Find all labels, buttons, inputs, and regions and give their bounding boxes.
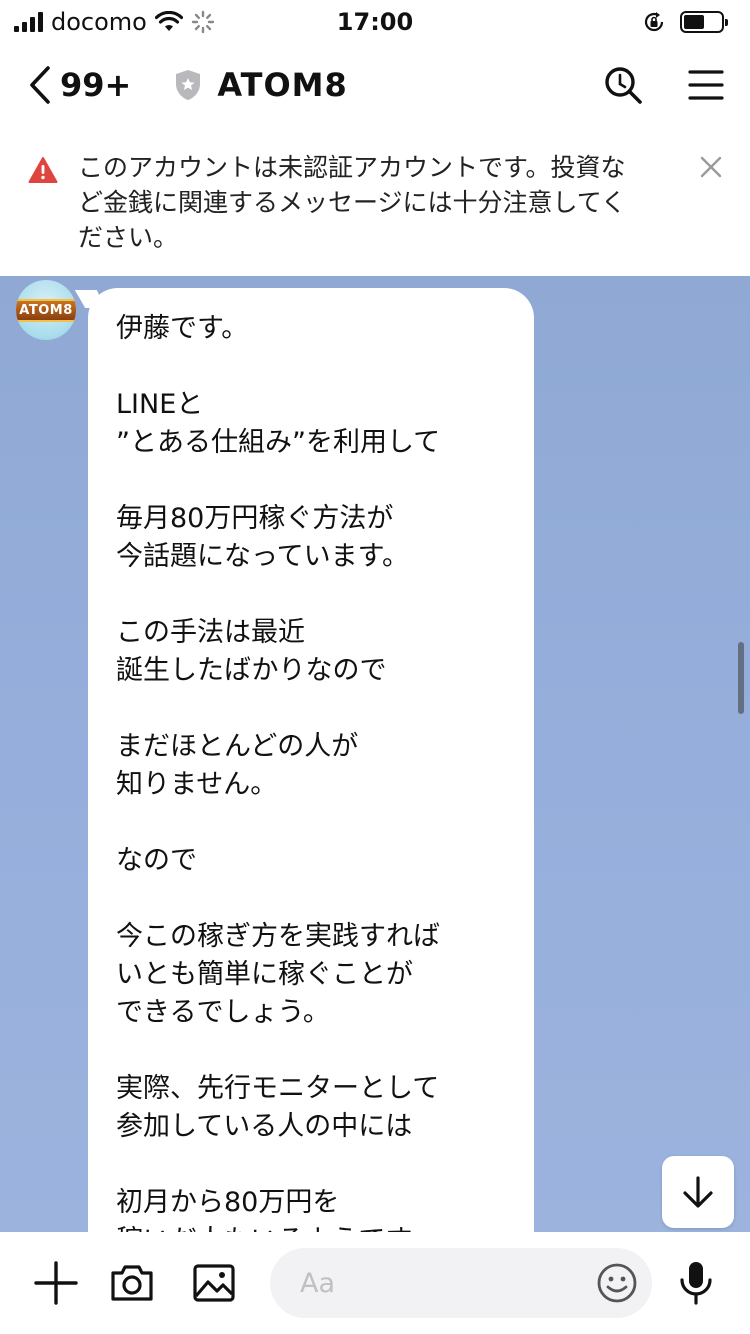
- header-actions: [602, 64, 724, 106]
- message-line: [116, 690, 506, 728]
- search-icon[interactable]: [602, 64, 644, 106]
- wifi-icon: [154, 11, 183, 31]
- message-line: [116, 880, 506, 918]
- avatar-logo: ATOM8: [16, 298, 76, 322]
- emoji-icon[interactable]: [596, 1262, 638, 1304]
- microphone-icon: [680, 1262, 712, 1305]
- message-line: [116, 348, 506, 386]
- message-line: 初月から80万円を: [116, 1187, 340, 1218]
- camera-button[interactable]: [104, 1255, 160, 1311]
- add-button[interactable]: [28, 1255, 84, 1311]
- message-line: 今この稼ぎ方を実践すれば: [116, 921, 440, 952]
- signal-icon: [14, 12, 43, 32]
- message-bubble[interactable]: 伊藤です。 LINEと ”とある仕組み”を利用して 毎月80万円稼ぐ方法が 今話題になっ…: [88, 288, 534, 1232]
- status-bar: docomo 17:00: [0, 0, 750, 44]
- message-line: [116, 804, 506, 842]
- message-line: 稼いだ人もいるようです。: [116, 1222, 506, 1232]
- message-input-placeholder: Aa: [300, 1267, 336, 1299]
- message-line: 参加している人の中には: [116, 1111, 413, 1142]
- input-bar: Aa: [0, 1232, 750, 1334]
- unverified-shield-icon: [176, 70, 201, 100]
- unverified-warning-banner: このアカウントは未認証アカウントです。投資な ど金銭に関連するメッセージには十分…: [0, 126, 750, 276]
- status-left: docomo: [14, 8, 215, 36]
- carrier-label: docomo: [51, 8, 147, 36]
- message-line: 毎月80万円稼ぐ方法が: [116, 503, 394, 534]
- chat-title: ATOM8: [217, 66, 348, 104]
- message-line: できるでしょう。: [116, 997, 330, 1028]
- message-line: 誕生したばかりなので: [116, 655, 387, 686]
- message-line: ”とある仕組み”を利用して: [116, 427, 441, 458]
- avatar[interactable]: ATOM8: [16, 280, 76, 340]
- title-wrap[interactable]: ATOM8: [173, 66, 347, 104]
- menu-icon[interactable]: [688, 69, 724, 101]
- camera-icon: [111, 1265, 153, 1301]
- scroll-to-bottom-button[interactable]: [662, 1156, 734, 1228]
- message-line: 伊藤です。: [116, 313, 249, 344]
- message-line: まだほとんどの人が: [116, 731, 359, 762]
- chat-header: 99+ ATOM8: [0, 44, 750, 126]
- arrow-down-icon: [683, 1176, 713, 1208]
- image-button[interactable]: [186, 1255, 242, 1311]
- unread-count: 99+: [60, 66, 132, 104]
- message-line: いとも簡単に稼ぐことが: [116, 959, 413, 990]
- close-icon[interactable]: [700, 156, 722, 178]
- scrollbar[interactable]: [738, 642, 744, 714]
- plus-icon: [34, 1261, 78, 1305]
- warning-text: このアカウントは未認証アカウントです。投資な ど金銭に関連するメッセージには十分…: [78, 150, 680, 255]
- warning-line: このアカウントは未認証アカウントです。投資な: [78, 153, 626, 182]
- message-line: [116, 1032, 506, 1070]
- message-line: 知りません。: [116, 769, 278, 800]
- chevron-left-icon: [30, 66, 50, 104]
- back-button[interactable]: 99+: [26, 65, 131, 105]
- status-right: [642, 10, 728, 34]
- message-line: この手法は最近: [116, 617, 305, 648]
- battery-icon: [680, 11, 728, 33]
- message-text: 伊藤です。 LINEと ”とある仕組み”を利用して 毎月80万円稼ぐ方法が 今話題になっ…: [116, 310, 506, 1232]
- message-line: [116, 1146, 506, 1184]
- microphone-button[interactable]: [668, 1255, 724, 1311]
- message-line: [116, 462, 506, 500]
- message-line: なので: [116, 845, 197, 876]
- rotation-lock-icon: [644, 12, 664, 32]
- image-icon: [193, 1264, 235, 1302]
- warning-line: ださい。: [78, 223, 179, 252]
- warning-icon: [28, 157, 58, 183]
- message-input[interactable]: Aa: [270, 1248, 652, 1318]
- warning-line: ど金銭に関連するメッセージには十分注意してく: [78, 188, 627, 217]
- chat-area[interactable]: ATOM8 伊藤です。 LINEと ”とある仕組み”を利用して 毎月80万円稼ぐ方法が…: [0, 276, 750, 1232]
- message-line: [116, 576, 506, 614]
- message-line: 実際、先行モニターとして: [116, 1073, 440, 1104]
- message-line: 今話題になっています。: [116, 541, 409, 572]
- loading-spinner-icon: [191, 10, 215, 34]
- message-line: LINEと: [116, 389, 204, 420]
